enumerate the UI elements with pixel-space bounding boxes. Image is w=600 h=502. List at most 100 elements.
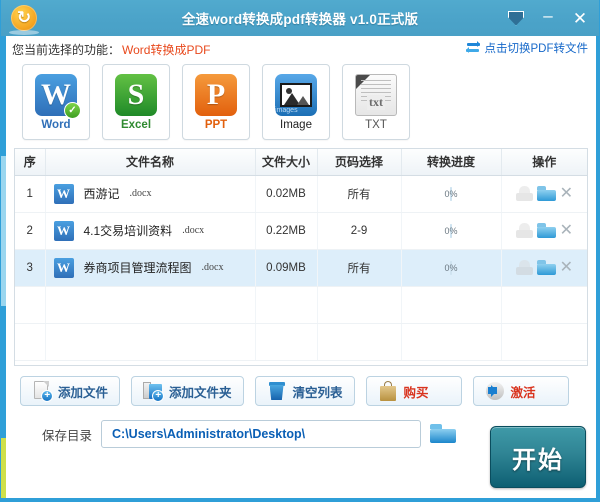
table-row[interactable]: 3 W 券商项目管理流程图 .docx 0.09MB 所有 0% ✕ <box>15 249 587 287</box>
format-tile-label: Excel <box>120 118 152 131</box>
minimize-button[interactable]: – <box>539 7 557 27</box>
format-tile-label: Image <box>280 118 312 131</box>
format-tile-image[interactable]: images Image <box>262 64 330 140</box>
row-pages[interactable]: 所有 <box>317 249 402 287</box>
action-button-row: + 添加文件 + 添加文件夹 清空列表 购买 激活 <box>6 366 596 406</box>
row-pages[interactable]: 2-9 <box>317 212 402 250</box>
table-row[interactable]: 1 W 西游记 .docx 0.02MB 所有 0% ✕ <box>15 175 587 213</box>
preview-icon[interactable] <box>515 260 533 275</box>
format-tiles: W ✓ Word S Excel P PPT images Image txt … <box>6 62 596 148</box>
table-row-empty <box>15 286 587 324</box>
switch-mode-link[interactable]: 点击切换PDF转文件 <box>465 40 589 56</box>
row-index: 1 <box>15 175 46 213</box>
format-tile-excel[interactable]: S Excel <box>102 64 170 140</box>
function-label: 您当前选择的功能： <box>12 42 121 57</box>
row-pages[interactable]: 所有 <box>317 175 402 213</box>
remove-icon[interactable]: ✕ <box>560 259 573 276</box>
column-header-filesize: 文件大小 <box>255 149 318 176</box>
row-actions: ✕ <box>501 212 587 250</box>
format-tile-ppt[interactable]: P PPT <box>182 64 250 140</box>
table-header-row: 序 文件名称 文件大小 页码选择 转换进度 操作 <box>15 149 587 176</box>
chevron-down-icon <box>508 10 524 26</box>
activate-label: 激活 <box>510 385 536 400</box>
file-list-table: 序 文件名称 文件大小 页码选择 转换进度 操作 1 W 西游记 .docx 0… <box>14 148 588 366</box>
swap-arrows-icon <box>465 41 481 54</box>
row-actions: ✕ <box>501 249 587 287</box>
selected-check-icon: ✓ <box>64 101 81 119</box>
format-tile-txt[interactable]: txt TXT <box>342 64 410 140</box>
open-folder-icon[interactable] <box>536 186 556 201</box>
row-filesize: 0.22MB <box>255 212 318 250</box>
filename-ext: .docx <box>129 188 152 199</box>
close-button[interactable]: ✕ <box>571 9 589 27</box>
activate-icon <box>485 381 505 401</box>
row-filename: W 券商项目管理流程图 .docx <box>45 249 256 287</box>
preview-icon[interactable] <box>515 223 533 238</box>
filename-text: 4.1交易培训资料 <box>83 224 173 238</box>
remove-icon[interactable]: ✕ <box>560 222 573 239</box>
app-logo-icon <box>11 5 37 31</box>
column-header-progress: 转换进度 <box>401 149 502 176</box>
filename-ext: .docx <box>201 262 224 273</box>
column-header-index: 序 <box>15 149 46 176</box>
filename-text: 西游记 <box>83 187 120 201</box>
add-folder-label: 添加文件夹 <box>169 385 232 400</box>
word-file-icon: W <box>53 257 74 278</box>
word-icon: W ✓ <box>35 73 81 119</box>
filename-ext: .docx <box>182 225 205 236</box>
app-window: 全速word转换成pdf转换器 v1.0正式版 – ✕ 您当前选择的功能： Wo… <box>0 0 600 502</box>
format-tile-word[interactable]: W ✓ Word <box>22 64 90 140</box>
folder-browse-icon[interactable] <box>430 424 457 444</box>
trash-icon <box>267 381 287 401</box>
minimize-to-tray-button[interactable] <box>507 9 525 27</box>
open-folder-icon[interactable] <box>536 260 556 275</box>
save-directory-input[interactable]: C:\Users\Administrator\Desktop\ <box>101 420 422 448</box>
add-file-button[interactable]: + 添加文件 <box>20 376 121 406</box>
table-row[interactable]: 2 W 4.1交易培训资料 .docx 0.22MB 2-9 0% ✕ <box>15 212 587 250</box>
row-filename: W 西游记 .docx <box>45 175 256 213</box>
format-tile-label: Word <box>41 118 71 131</box>
window-body: 您当前选择的功能： Word转换成PDF 点击切换PDF转文件 W ✓ Word <box>1 36 599 501</box>
switch-mode-label: 点击切换PDF转文件 <box>484 43 589 55</box>
format-tile-label: PPT <box>204 118 228 131</box>
preview-icon[interactable] <box>515 186 533 201</box>
excel-icon: S <box>115 73 157 116</box>
add-file-icon: + <box>32 381 53 402</box>
row-progress: 0% <box>401 249 502 287</box>
photo-frame-icon <box>280 82 312 107</box>
buy-button[interactable]: 购买 <box>365 376 462 406</box>
word-file-icon: W <box>53 220 74 241</box>
filename-text: 券商项目管理流程图 <box>83 261 192 275</box>
column-header-actions: 操作 <box>501 149 587 176</box>
row-index: 2 <box>15 212 46 250</box>
row-actions: ✕ <box>501 175 587 213</box>
function-value: Word转换成PDF <box>122 42 211 57</box>
column-header-filename: 文件名称 <box>45 149 256 176</box>
excel-glyph: S <box>127 77 145 111</box>
open-folder-icon[interactable] <box>536 223 556 238</box>
progress-bar: 0% <box>444 260 458 275</box>
buy-label: 购买 <box>403 385 429 400</box>
remove-icon[interactable]: ✕ <box>560 185 573 202</box>
row-progress: 0% <box>401 175 502 213</box>
progress-bar: 0% <box>444 223 458 238</box>
save-directory-label: 保存目录 <box>42 428 93 443</box>
add-folder-button[interactable]: + 添加文件夹 <box>131 376 244 406</box>
ppt-glyph: P <box>206 77 226 111</box>
row-index: 3 <box>15 249 46 287</box>
activate-button[interactable]: 激活 <box>472 376 569 406</box>
shopping-bag-icon <box>378 381 398 401</box>
start-button[interactable]: 开始 <box>490 426 586 488</box>
progress-bar: 0% <box>444 186 458 201</box>
word-file-icon: W <box>53 183 74 204</box>
content-area: 您当前选择的功能： Word转换成PDF 点击切换PDF转文件 W ✓ Word <box>6 36 596 498</box>
row-filename: W 4.1交易培训资料 .docx <box>45 212 256 250</box>
image-icon: images <box>275 73 317 116</box>
function-bar: 您当前选择的功能： Word转换成PDF 点击切换PDF转文件 <box>6 36 596 62</box>
txt-icon: txt <box>355 73 397 116</box>
title-bar: 全速word转换成pdf转换器 v1.0正式版 – ✕ <box>1 0 599 36</box>
row-filesize: 0.09MB <box>255 249 318 287</box>
clear-list-button[interactable]: 清空列表 <box>254 376 355 406</box>
clear-list-label: 清空列表 <box>292 385 343 400</box>
row-filesize: 0.02MB <box>255 175 318 213</box>
